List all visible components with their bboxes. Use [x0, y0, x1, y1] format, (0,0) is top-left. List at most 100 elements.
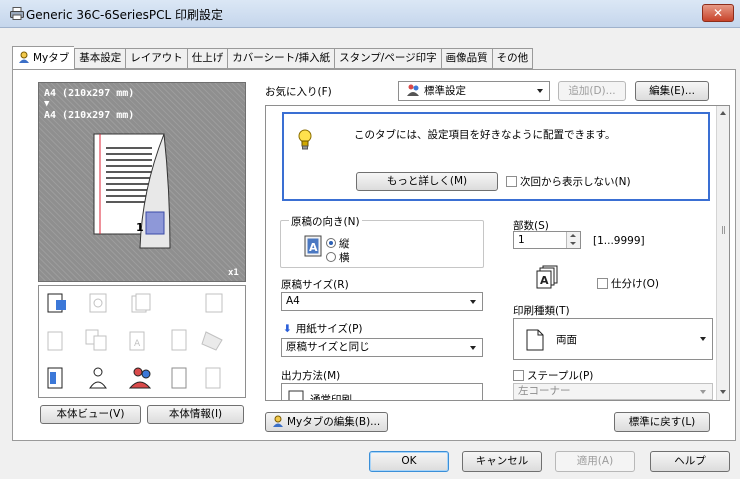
help-button[interactable]: ヘルプ — [650, 451, 730, 472]
preview-copies: x1 — [228, 268, 239, 278]
user-icon — [89, 367, 107, 389]
pages-icon — [131, 293, 151, 313]
close-button[interactable]: ✕ — [702, 4, 734, 22]
document-icon — [47, 367, 63, 389]
copies-value: 1 — [518, 234, 525, 246]
landscape-radio[interactable]: 横 — [326, 250, 350, 265]
tab-finishing[interactable]: 仕上げ — [186, 48, 228, 69]
original-size-value: A4 — [286, 295, 300, 307]
portrait-page-icon: A — [304, 235, 322, 257]
tab-mytab[interactable]: Myタブ — [12, 46, 75, 69]
users-icon — [407, 84, 419, 96]
chevron-down-icon — [700, 389, 706, 394]
learn-more-button[interactable]: もっと詳しく(M) — [356, 172, 498, 191]
copies-range: [1...9999] — [593, 235, 645, 247]
reset-defaults-button[interactable]: 標準に戻す(L) — [614, 412, 710, 432]
favorites-value: 標準設定 — [424, 85, 466, 97]
chevron-up-icon — [570, 234, 576, 237]
sort-checkbox[interactable]: 仕分け(O) — [597, 276, 659, 291]
radio-dot — [326, 252, 336, 262]
no-show-label: 次回から表示しない(N) — [520, 176, 631, 188]
printer-icon — [10, 7, 24, 20]
tab-basic[interactable]: 基本設定 — [74, 48, 126, 69]
user-icon — [19, 51, 29, 63]
list-icon — [205, 367, 221, 389]
staple-icon — [47, 331, 63, 351]
radio-dot — [326, 238, 336, 248]
staple-checkbox[interactable]: ステープル(P) — [513, 368, 593, 383]
staple-value: 左コーナー — [518, 385, 571, 397]
paper-size-select[interactable]: 原稿サイズと同じ — [281, 338, 483, 357]
settings-icon — [171, 367, 187, 389]
favorites-add-button[interactable]: 追加(D)... — [558, 81, 626, 101]
cancel-button[interactable]: キャンセル — [462, 451, 542, 472]
checkbox-box — [597, 278, 608, 289]
edit-mytab-label: Myタブの編集(B)... — [287, 416, 381, 428]
chevron-down-icon — [700, 337, 706, 341]
svg-text:A: A — [309, 241, 318, 254]
info-message: このタブには、設定項目を好きなように配置できます。 — [354, 129, 616, 141]
original-size-select[interactable]: A4 — [281, 292, 483, 311]
staple-label: ステープル(P) — [527, 370, 594, 382]
print-type-value: 両面 — [556, 334, 577, 346]
preview-output-size: A4 (210x297 mm) — [44, 110, 135, 121]
stamp-icon — [201, 331, 223, 351]
svg-text:1: 1 — [136, 221, 144, 234]
favorites-edit-button[interactable]: 編集(E)... — [635, 81, 709, 101]
portrait-label: 縦 — [339, 238, 350, 250]
svg-text:A: A — [134, 339, 141, 349]
user-icon — [273, 415, 283, 427]
tab-strip: Myタブ 基本設定 レイアウト 仕上げ カバーシート/挿入紙 スタンプ/ページ印… — [12, 46, 534, 69]
favorites-label: お気に入り(F) — [265, 86, 332, 98]
landscape-label: 横 — [339, 252, 350, 264]
tab-cover-insert[interactable]: カバーシート/挿入紙 — [227, 48, 335, 69]
chevron-down-icon — [537, 89, 543, 93]
apply-button[interactable]: 適用(A) — [555, 451, 635, 472]
down-arrow-icon: ⬇ — [283, 323, 292, 335]
zoom-icon — [89, 293, 107, 313]
tab-layout[interactable]: レイアウト — [125, 48, 187, 69]
duplex-page-icon — [526, 329, 544, 351]
print-type-select[interactable]: 両面 — [513, 318, 713, 360]
no-show-checkbox[interactable]: 次回から表示しない(N) — [506, 174, 631, 189]
tab-image-quality[interactable]: 画像品質 — [440, 48, 492, 69]
favorites-select[interactable]: 標準設定 — [398, 81, 550, 101]
body-view-button[interactable]: 本体ビュー(V) — [40, 405, 141, 424]
print-type-label: 印刷種類(T) — [513, 305, 570, 317]
orientation-label: 原稿の向き(N) — [289, 214, 362, 229]
original-size-label: 原稿サイズ(R) — [281, 279, 349, 291]
chevron-down-icon — [470, 299, 476, 304]
paper-size-label: 用紙サイズ(P) — [295, 323, 363, 335]
users-icon — [128, 367, 152, 389]
sort-label: 仕分け(O) — [611, 278, 659, 290]
scroll-thumb-grip — [722, 226, 725, 234]
function-icons: A — [47, 293, 223, 389]
cover-icon — [171, 329, 187, 351]
collate-icon: A — [536, 265, 558, 289]
staple-select[interactable]: 左コーナー — [513, 383, 713, 400]
preview-original-size: A4 (210x297 mm) — [44, 88, 135, 99]
output-method-value: 通常印刷 — [310, 394, 352, 400]
ok-button[interactable]: OK — [369, 451, 449, 472]
settings-scrollbar[interactable] — [716, 106, 729, 400]
copies-stepper[interactable] — [566, 232, 580, 248]
preview-page-icon: 1 — [93, 133, 171, 249]
layout-icon — [47, 293, 66, 313]
tab-stamp-page[interactable]: スタンプ/ページ印字 — [334, 48, 441, 69]
output-method-box[interactable]: 通常印刷 — [281, 383, 483, 400]
paper-size-value: 原稿サイズと同じ — [286, 341, 370, 353]
checkbox-box — [506, 176, 517, 187]
window-title: Generic 36C-6SeriesPCL 印刷設定 — [26, 8, 223, 22]
duplex-icon: A — [129, 331, 145, 351]
output-method-label: 出力方法(M) — [281, 370, 341, 382]
scroll-up-icon — [720, 111, 726, 115]
booklet-icon — [85, 329, 107, 351]
tab-label: Myタブ — [33, 52, 70, 64]
preview-arrow: ▼ — [44, 99, 50, 109]
body-info-button[interactable]: 本体情報(I) — [147, 405, 244, 424]
rotate-icon — [205, 293, 223, 313]
edit-mytab-button[interactable]: Myタブの編集(B)... — [265, 412, 388, 432]
chevron-down-icon — [470, 345, 476, 350]
tab-other[interactable]: その他 — [491, 48, 534, 69]
portrait-radio[interactable]: 縦 — [326, 236, 350, 251]
